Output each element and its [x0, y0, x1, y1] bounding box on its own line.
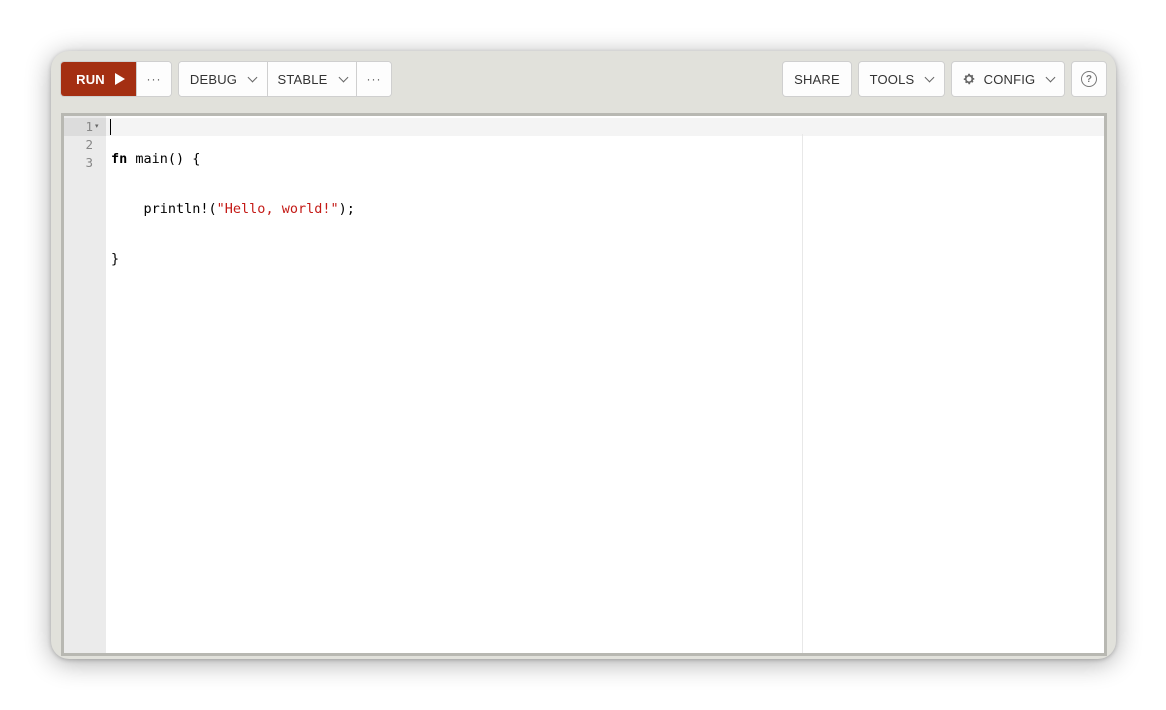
chevron-down-icon	[1045, 72, 1056, 82]
code-text: );	[338, 201, 355, 217]
code-line: println!("Hello, world!");	[111, 200, 355, 218]
line-number-gutter	[64, 116, 106, 653]
channel-dropdown[interactable]: STABLE	[267, 62, 356, 96]
run-more-button[interactable]: ···	[136, 62, 171, 96]
line-number: 2	[85, 137, 93, 152]
keyword: fn	[111, 151, 128, 167]
config-dropdown[interactable]: CONFIG	[952, 62, 1064, 96]
fold-arrow-icon[interactable]: ▾	[95, 118, 99, 136]
toolbar: RUN ··· DEBUG STABLE ··· SHARE TOOLS CON…	[60, 61, 1107, 97]
tools-label: TOOLS	[869, 71, 915, 87]
line-number: 3	[85, 155, 93, 170]
chevron-down-icon	[924, 72, 935, 82]
run-button[interactable]: RUN	[61, 62, 136, 96]
help-glyph: ?	[1085, 73, 1093, 85]
tools-group: TOOLS	[858, 61, 945, 97]
code-text: }	[111, 251, 120, 267]
playground-window: RUN ··· DEBUG STABLE ··· SHARE TOOLS CON…	[51, 51, 1116, 659]
mode-label: DEBUG	[189, 71, 238, 87]
config-label: CONFIG	[983, 71, 1036, 87]
code-content[interactable]: fn main() { println!("Hello, world!"); }	[111, 118, 355, 300]
share-button[interactable]: SHARE	[783, 62, 851, 96]
macro-call: println!(	[143, 201, 217, 217]
share-group: SHARE	[782, 61, 852, 97]
advanced-options-button[interactable]: ···	[356, 62, 391, 96]
channel-label: STABLE	[277, 71, 328, 87]
share-label: SHARE	[794, 71, 840, 87]
code-line: }	[111, 250, 355, 268]
more-dots-icon: ···	[366, 72, 382, 86]
help-group: ?	[1071, 61, 1107, 97]
print-margin	[802, 134, 803, 653]
play-icon	[114, 73, 125, 85]
help-icon: ?	[1081, 71, 1097, 87]
code-line: fn main() {	[111, 150, 355, 168]
help-button[interactable]: ?	[1072, 62, 1106, 96]
config-group: CONFIG	[951, 61, 1065, 97]
line-number: 1	[85, 119, 93, 134]
more-dots-icon: ···	[146, 72, 162, 86]
string-literal: "Hello, world!"	[216, 201, 339, 217]
mode-dropdown[interactable]: DEBUG	[179, 62, 267, 96]
run-label: RUN	[76, 71, 105, 87]
code-text: main() {	[127, 151, 201, 167]
code-editor[interactable]: 1 ▾ 2 3 fn main() { println!("Hello, wor…	[61, 113, 1107, 656]
build-options-group: DEBUG STABLE ···	[178, 61, 392, 97]
text-cursor	[110, 119, 111, 135]
tools-dropdown[interactable]: TOOLS	[859, 62, 944, 96]
chevron-down-icon	[338, 72, 348, 82]
run-button-group: RUN ···	[60, 61, 172, 97]
chevron-down-icon	[247, 72, 258, 82]
gear-icon	[963, 73, 975, 85]
